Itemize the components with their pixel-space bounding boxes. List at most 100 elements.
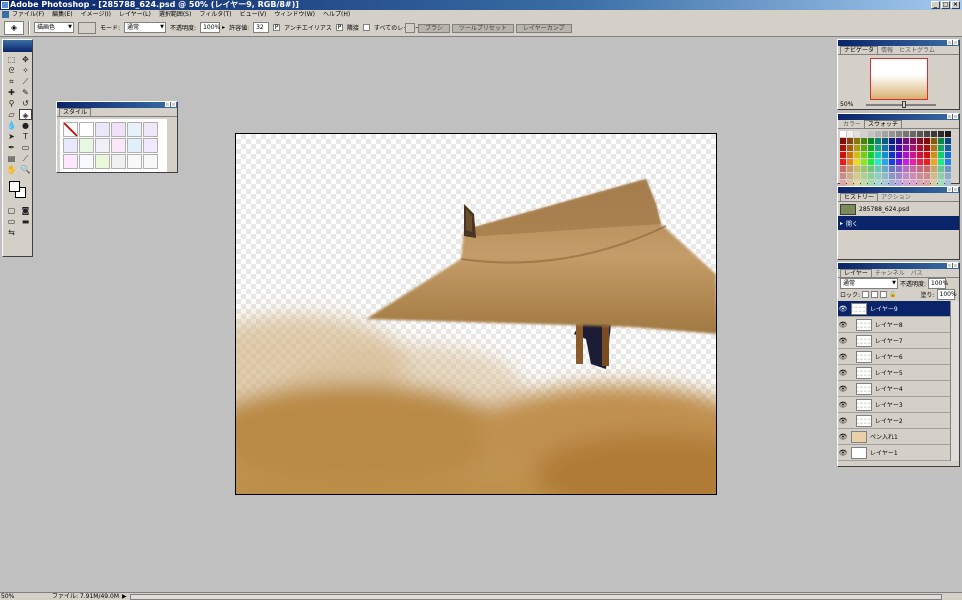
color-swatch[interactable] [868,145,874,151]
style-none-swatch[interactable] [63,122,78,137]
imageready-icon[interactable]: ⇆ [5,227,18,238]
close-button[interactable] [953,114,958,119]
minimize-button[interactable] [947,263,952,268]
zoom-slider-knob[interactable] [902,101,906,108]
mode-select[interactable]: 通常 [124,22,167,33]
color-swatch[interactable] [847,159,853,165]
tab-histogram[interactable]: ヒストグラム [896,47,938,54]
layers-scrollbar[interactable] [950,301,959,461]
menu-view[interactable]: ビュー(V) [240,10,267,19]
lock-image-checkbox[interactable] [871,291,879,298]
zoom-slider[interactable] [866,101,936,108]
color-swatch[interactable] [896,173,902,179]
opacity-arrow-icon[interactable]: ▸ [222,24,225,31]
color-swatch[interactable] [931,145,937,151]
color-swatch[interactable] [861,166,867,172]
color-swatch[interactable] [861,138,867,144]
color-swatch[interactable] [896,131,902,137]
color-swatch[interactable] [903,166,909,172]
crop-tool-icon[interactable]: ⌗ [5,76,18,87]
color-swatch[interactable] [917,138,923,144]
clone-stamp-icon[interactable]: ⚲ [5,98,18,109]
color-swatch[interactable] [917,159,923,165]
color-swatch[interactable] [868,159,874,165]
color-swatch[interactable] [910,152,916,158]
close-button[interactable] [171,102,176,107]
well-tab-layer-comps[interactable]: レイヤーカンプ [515,24,572,33]
tab-info[interactable]: 情報 [878,47,896,54]
tab-channels[interactable]: チャンネル [872,270,908,277]
tolerance-input[interactable]: 32 [253,22,270,33]
color-swatch[interactable] [903,138,909,144]
color-swatch[interactable] [938,159,944,165]
tab-paths[interactable]: パス [908,270,926,277]
color-swatch[interactable] [924,145,930,151]
style-swatch[interactable] [79,122,94,137]
color-swatch[interactable] [924,159,930,165]
pattern-picker[interactable] [78,21,96,34]
menu-image[interactable]: イメージ(I) [81,10,111,19]
navigator-thumbnail[interactable] [870,58,928,100]
color-swatch[interactable] [896,138,902,144]
navigator-header[interactable] [838,40,959,46]
menu-filter[interactable]: フィルタ(T) [199,10,231,19]
lock-position-checkbox[interactable] [880,291,888,298]
color-swatch[interactable] [854,131,860,137]
color-swatch[interactable] [910,173,916,179]
menu-select[interactable]: 選択範囲(S) [159,10,192,19]
color-swatch[interactable] [903,131,909,137]
healing-brush-icon[interactable]: ✚ [5,87,18,98]
color-swatch[interactable] [875,173,881,179]
layer-row[interactable]: 👁 レイヤー2 [838,413,951,429]
blend-mode-select[interactable]: 通常 [840,278,898,289]
style-swatch[interactable] [79,138,94,153]
close-button[interactable]: × [951,1,960,9]
layer-opacity-input[interactable]: 100% [928,278,948,289]
color-swatch[interactable] [896,145,902,151]
color-swatch[interactable] [854,173,860,179]
maximize-button[interactable]: □ [941,1,950,9]
visibility-eye-icon[interactable]: 👁 [838,449,848,457]
color-swatch[interactable] [882,131,888,137]
color-swatch[interactable] [882,166,888,172]
color-swatch[interactable] [910,131,916,137]
color-swatch[interactable] [903,145,909,151]
style-swatch[interactable] [95,154,110,169]
foreground-color-swatch[interactable] [9,181,20,192]
tab-navigator[interactable]: ナビゲータ [840,46,879,54]
color-swatch[interactable] [896,159,902,165]
layer-row[interactable]: 👁 レイヤー7 [838,333,951,349]
color-swatch[interactable] [875,152,881,158]
horizontal-scrollbar[interactable] [130,594,942,600]
color-swatch[interactable] [840,131,846,137]
layer-row[interactable]: 👁 レイヤー8 [838,317,951,333]
color-swatch[interactable] [945,145,951,151]
color-swatch[interactable] [861,145,867,151]
color-swatch[interactable] [861,152,867,158]
status-zoom[interactable]: 50% [1,593,14,600]
styles-palette-header[interactable] [57,102,177,108]
file-browser-icon[interactable] [405,23,415,33]
history-state[interactable]: ▸ 開く [838,216,959,230]
style-swatch[interactable] [127,138,142,153]
visibility-eye-icon[interactable]: 👁 [838,321,848,329]
color-swatch[interactable] [910,138,916,144]
style-swatch[interactable] [95,138,110,153]
color-swatch[interactable] [854,152,860,158]
color-swatch[interactable] [875,159,881,165]
color-swatch[interactable] [945,152,951,158]
toolbox-header[interactable] [3,40,32,52]
layer-row[interactable]: 👁 レイヤー3 [838,397,951,413]
visibility-eye-icon[interactable]: 👁 [838,417,848,425]
all-layers-checkbox[interactable] [362,24,370,31]
minimize-button[interactable]: _ [931,1,940,9]
color-swatch[interactable] [868,138,874,144]
color-swatch[interactable] [945,131,951,137]
style-swatch[interactable] [127,122,142,137]
color-swatch[interactable] [868,166,874,172]
color-swatch[interactable] [847,145,853,151]
style-swatch[interactable] [111,138,126,153]
layer-row[interactable]: 👁 ペン入れ1 [838,429,951,445]
color-swatch[interactable] [903,173,909,179]
history-snapshot[interactable]: 285788_624.psd [838,202,959,216]
